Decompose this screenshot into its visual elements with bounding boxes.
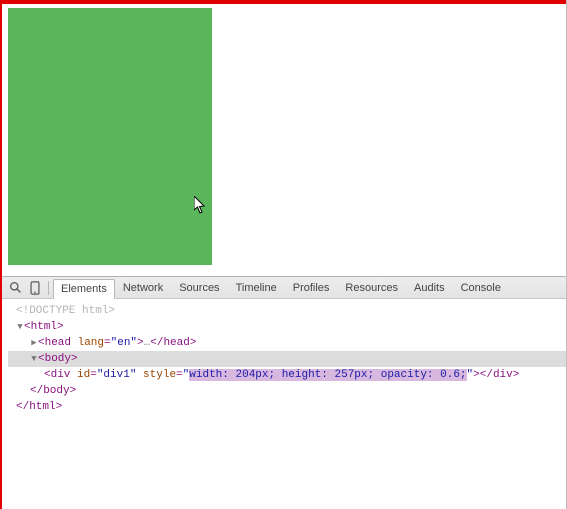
dom-body-open[interactable]: ▼<body> bbox=[8, 351, 566, 367]
tab-audits[interactable]: Audits bbox=[406, 278, 453, 298]
dom-body-close[interactable]: </body> bbox=[8, 383, 566, 399]
tab-profiles[interactable]: Profiles bbox=[285, 278, 338, 298]
toolbar-separator bbox=[48, 281, 49, 295]
expand-arrow-icon[interactable]: ▼ bbox=[16, 319, 24, 335]
expand-arrow-icon[interactable]: ▼ bbox=[30, 351, 38, 367]
page-viewport bbox=[2, 4, 566, 276]
search-icon[interactable] bbox=[6, 279, 24, 297]
dom-head[interactable]: ▶<head lang="en">…</head> bbox=[8, 335, 566, 351]
tab-network[interactable]: Network bbox=[115, 278, 171, 298]
dom-html-open[interactable]: ▼<html> bbox=[8, 319, 566, 335]
dom-div1[interactable]: <div id="div1" style="width: 204px; heig… bbox=[8, 367, 566, 383]
tab-sources[interactable]: Sources bbox=[171, 278, 227, 298]
collapse-arrow-icon[interactable]: ▶ bbox=[30, 335, 38, 351]
dom-tree[interactable]: <!DOCTYPE html> ▼<html> ▶<head lang="en"… bbox=[2, 299, 566, 415]
tab-elements[interactable]: Elements bbox=[53, 279, 115, 299]
div1-rendered-box bbox=[8, 8, 212, 265]
tab-resources[interactable]: Resources bbox=[337, 278, 406, 298]
devtools-panel: ElementsNetworkSourcesTimelineProfilesRe… bbox=[2, 276, 566, 415]
tab-timeline[interactable]: Timeline bbox=[228, 278, 285, 298]
dom-doctype[interactable]: <!DOCTYPE html> bbox=[8, 303, 566, 319]
devtools-tabs: ElementsNetworkSourcesTimelineProfilesRe… bbox=[53, 278, 509, 298]
tab-console[interactable]: Console bbox=[453, 278, 509, 298]
device-icon[interactable] bbox=[26, 279, 44, 297]
devtools-toolbar: ElementsNetworkSourcesTimelineProfilesRe… bbox=[2, 277, 566, 299]
dom-html-close[interactable]: </html> bbox=[8, 399, 566, 415]
